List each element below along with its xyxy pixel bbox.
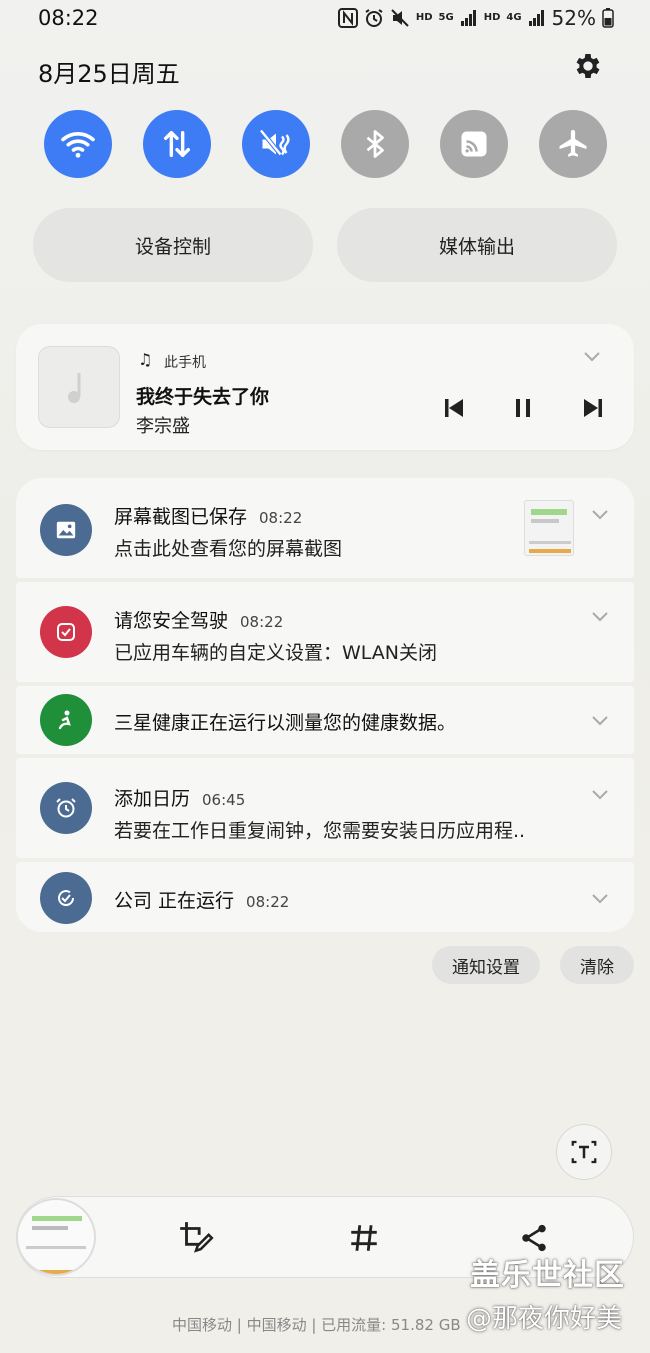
notification-title: 三星健康正在运行以测量您的健康数据。: [114, 712, 457, 734]
sound-mode-toggle[interactable]: [242, 110, 310, 178]
skip-previous-icon: [445, 399, 463, 417]
chevron-down-icon: [592, 612, 608, 622]
skip-next-icon: [584, 399, 602, 417]
chevron-down-icon: [584, 352, 600, 362]
notification-time: 08:22: [240, 613, 284, 631]
alarm-clock-icon: [56, 798, 76, 818]
notification-body: 已应用车辆的自定义设置：WLAN关闭: [114, 642, 438, 664]
previous-button[interactable]: [438, 392, 470, 424]
watermark-site: 盖乐世社区: [470, 1258, 625, 1293]
notification-time: 08:22: [259, 509, 303, 527]
signal-icon: [528, 9, 546, 27]
media-source: 此手机: [164, 355, 206, 371]
cast-icon: [461, 131, 487, 157]
album-art: [38, 346, 120, 428]
crop-edit-button[interactable]: [176, 1218, 216, 1258]
notification-add-calendar[interactable]: 添加日历 06:45 若要在工作日重复闹钟，您需要安装日历应用程..: [16, 758, 634, 858]
wifi-toggle[interactable]: [44, 110, 112, 178]
crop-edit-icon: [180, 1222, 214, 1253]
status-icons: HD 5G HD 4G 52%: [337, 6, 614, 30]
mute-icon: [259, 129, 290, 156]
notification-routine[interactable]: 公司 正在运行 08:22: [16, 862, 634, 932]
notification-title: 添加日历 06:45: [114, 788, 246, 810]
next-button[interactable]: [577, 392, 609, 424]
5g-icon: 5G: [438, 12, 454, 23]
media-artist: 李宗盛: [136, 416, 190, 437]
image-icon: [56, 521, 76, 539]
screenshot-thumbnail[interactable]: [524, 500, 574, 556]
notification-app-icon: [40, 782, 92, 834]
gear-icon: [576, 54, 600, 78]
notification-title: 公司 正在运行 08:22: [114, 890, 290, 912]
car-mode-icon: [57, 623, 75, 641]
media-title: 我终于失去了你: [136, 386, 270, 408]
bluetooth-toggle[interactable]: [341, 110, 409, 178]
chevron-down-icon: [592, 790, 608, 800]
pause-button[interactable]: [507, 392, 539, 424]
expand-button[interactable]: [590, 506, 610, 525]
hashtag-icon: [351, 1225, 377, 1251]
clear-button[interactable]: 清除: [560, 946, 634, 984]
notification-body: 点击此处查看您的屏幕截图: [114, 538, 343, 560]
health-icon: [58, 710, 71, 730]
extract-text-button[interactable]: [556, 1124, 612, 1180]
nfc-icon: [337, 8, 358, 28]
expand-button[interactable]: [590, 608, 610, 627]
notification-screenshot[interactable]: 屏幕截图已保存 08:22 点击此处查看您的屏幕截图: [16, 478, 634, 578]
alarm-icon: [364, 8, 384, 28]
mute-icon: [390, 8, 410, 28]
text-extract-icon: [571, 1140, 597, 1164]
notification-safe-driving[interactable]: 请您安全驾驶 08:22 已应用车辆的自定义设置：WLAN关闭: [16, 582, 634, 682]
battery-percent: 52%: [551, 6, 596, 30]
bluetooth-icon: [366, 130, 384, 158]
notification-samsung-health[interactable]: 三星健康正在运行以测量您的健康数据。: [16, 686, 634, 754]
expand-button[interactable]: [582, 348, 602, 367]
screenshot-preview[interactable]: [16, 1198, 96, 1276]
notification-app-icon: [40, 504, 92, 556]
settings-button[interactable]: [572, 50, 604, 82]
hd-icon: HD: [483, 12, 501, 23]
chevron-down-icon: [592, 510, 608, 520]
chevron-down-icon: [592, 716, 608, 726]
hd-icon: HD: [415, 12, 433, 23]
pause-icon: [516, 399, 530, 417]
notification-settings-button[interactable]: 通知设置: [432, 946, 540, 984]
carrier-info: 中国移动 | 中国移动 | 已用流量: 51.82 GB: [172, 1316, 461, 1334]
wifi-icon: [61, 132, 95, 158]
device-control-button[interactable]: 设备控制: [33, 208, 313, 282]
airplane-icon: [559, 129, 587, 157]
media-output-button[interactable]: 媒体输出: [337, 208, 617, 282]
notification-app-icon: [40, 606, 92, 658]
notification-title: 请您安全驾驶 08:22: [114, 610, 284, 632]
notification-body: 若要在工作日重复闹钟，您需要安装日历应用程..: [114, 820, 526, 842]
expand-button[interactable]: [590, 890, 610, 909]
cast-toggle[interactable]: [440, 110, 508, 178]
media-player-card[interactable]: ♫ 此手机 我终于失去了你 李宗盛: [16, 324, 634, 450]
music-note-icon: [68, 373, 81, 403]
notification-app-icon: [40, 694, 92, 746]
airplane-mode-toggle[interactable]: [539, 110, 607, 178]
routine-icon: [58, 890, 75, 907]
notification-time: 08:22: [246, 893, 290, 911]
notification-time: 06:45: [202, 791, 246, 809]
expand-button[interactable]: [590, 712, 610, 731]
chevron-down-icon: [592, 894, 608, 904]
watermark-user: @那夜你好美: [466, 1304, 623, 1334]
date-label: 8月25日周五: [38, 60, 180, 88]
expand-button[interactable]: [590, 786, 610, 805]
notification-app-icon: [40, 872, 92, 924]
status-time: 08:22: [38, 6, 99, 30]
battery-icon: [602, 8, 614, 28]
mobile-data-toggle[interactable]: [143, 110, 211, 178]
notification-title: 屏幕截图已保存 08:22: [114, 506, 303, 528]
music-note-icon: ♫: [138, 350, 153, 369]
signal-icon: [460, 9, 478, 27]
data-transfer-icon: [163, 130, 191, 158]
4g-icon: 4G: [506, 12, 522, 23]
tag-button[interactable]: [344, 1218, 384, 1258]
